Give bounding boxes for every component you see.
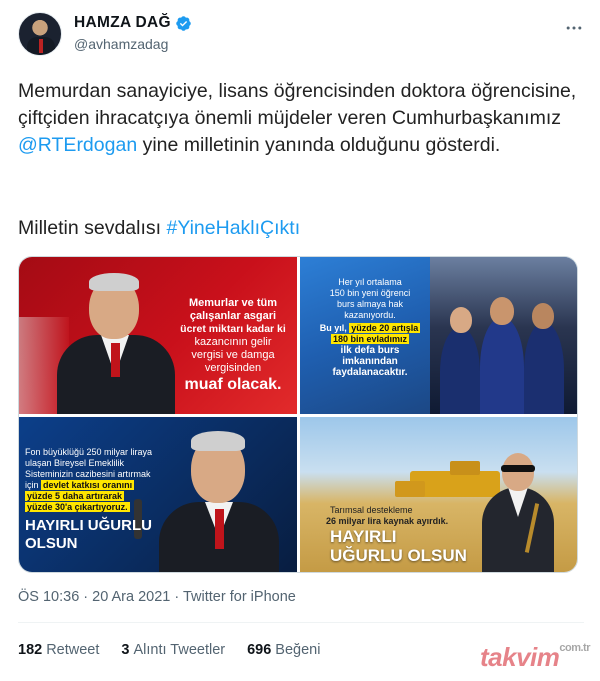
harvester-shape-2 — [395, 481, 425, 497]
media-image-4[interactable]: Tarımsal destekleme 26 milyar lira kayna… — [300, 417, 577, 572]
media-image-2[interactable]: Her yıl ortalama 150 bin yeni öğrenci bu… — [300, 257, 577, 414]
media-grid: Memurlar ve tüm çalışanlar asgari ücret … — [18, 256, 578, 573]
tile1-caption-line3: ücret miktarı kadar ki — [180, 323, 286, 335]
verified-badge-icon — [176, 15, 191, 31]
mention-link[interactable]: @RTErdogan — [18, 134, 137, 156]
tile4-caption-big2: UĞURLU OLSUN — [330, 546, 467, 565]
retweets-label: Retweet — [46, 642, 100, 658]
tile2-caption-line6: imkanından — [342, 356, 398, 367]
tile2-caption-hl2: 180 bin evladımız — [330, 334, 410, 344]
more-horizontal-icon[interactable] — [564, 18, 584, 43]
retweets-stat[interactable]: 182 Retweet — [18, 642, 99, 658]
tweet-text-part1: Memurdan sanayiciye, lisans öğrencisinde… — [18, 80, 582, 129]
tile2-caption-line4: kazanıyordu. — [344, 310, 396, 320]
tile3-caption-line2: ulaşan Bireysel Emeklilik — [25, 458, 125, 468]
media-image-3[interactable]: Fon büyüklüğü 250 milyar liraya ulaşan B… — [19, 417, 297, 572]
harvester-cab-shape — [450, 461, 480, 475]
tile2-caption-line2: 150 bin yeni öğrenci — [329, 288, 411, 298]
quotes-label: Alıntı Tweetler — [133, 642, 226, 658]
tweet-time[interactable]: ÖS 10:36 — [18, 589, 79, 605]
tile2-caption-line7: faydalanacaktır. — [332, 367, 408, 378]
tile1-caption-line4: kazancının gelir — [194, 336, 272, 348]
tile4-caption-line2: 26 milyar lira kaynak ayırdık. — [326, 516, 449, 526]
quotes-stat[interactable]: 3 Alıntı Tweetler — [121, 642, 225, 658]
tile3-caption-big2: OLSUN — [25, 535, 78, 552]
tile1-caption-line5: vergisi ve damga — [191, 349, 275, 361]
tile3-caption-hl2-row: yüzde 5 daha artırarak — [25, 491, 165, 502]
tweet-text-line2-prefix: Milletin sevdalısı — [18, 217, 167, 239]
person-hair-shape — [191, 431, 245, 451]
author-name-row[interactable]: HAMZA DAĞ — [74, 14, 192, 32]
tile1-caption-big: muaf olacak. — [184, 376, 282, 393]
tweet-meta: ÖS 10:36 · 20 Ara 2021 · Twitter for iPh… — [18, 589, 296, 605]
watermark-logo: takvimcom.tr — [479, 642, 591, 673]
tile3-caption-line4-row: için devlet katkısı oranını — [25, 480, 165, 491]
tweet-text: Memurdan sanayiciye, lisans öğrencisinde… — [18, 78, 584, 159]
graduate-head-3 — [532, 303, 554, 329]
tweet-text-line2: Milletin sevdalısı #YineHaklıÇıktı — [18, 215, 584, 242]
tile3-caption-line3: Sisteminizin cazibesini artırmak — [25, 469, 151, 479]
meta-separator-2: · — [170, 589, 183, 605]
graduate-head-1 — [450, 307, 472, 333]
tile1-caption-line2: çalışanlar asgari — [189, 310, 277, 322]
meta-separator: · — [79, 589, 93, 605]
retweets-count: 182 — [18, 642, 43, 658]
graduate-shape-3 — [524, 322, 564, 414]
tile2-caption-hl2-row: 180 bin evladımız — [306, 334, 434, 345]
media-image-1[interactable]: Memurlar ve tüm çalışanlar asgari ücret … — [19, 257, 297, 414]
likes-stat[interactable]: 696 Beğeni — [247, 642, 320, 658]
author-name[interactable]: HAMZA DAĞ — [74, 14, 171, 32]
divider — [18, 622, 584, 623]
tile3-caption: Fon büyüklüğü 250 milyar liraya ulaşan B… — [25, 447, 165, 553]
person-tie-shape — [111, 343, 120, 377]
avatar-tie-shape — [39, 39, 43, 53]
tile4-caption-line1: Tarımsal destekleme — [330, 505, 413, 515]
tile1-caption-line1: Memurlar ve tüm — [188, 297, 278, 309]
tile2-caption: Her yıl ortalama 150 bin yeni öğrenci bu… — [306, 277, 434, 378]
tile2-caption-hl-pre: Bu yıl, — [319, 323, 347, 333]
tweet-stats: 182 Retweet 3 Alıntı Tweetler 696 Beğeni — [18, 642, 320, 658]
tile2-caption-line1: Her yıl ortalama — [338, 277, 402, 287]
person-head-shape — [502, 453, 534, 491]
tile3-caption-line1: Fon büyüklüğü 250 milyar liraya — [25, 447, 153, 457]
tile3-caption-hl3: yüzde 30'a çıkartıyoruz. — [25, 502, 130, 512]
graduate-shape-2 — [480, 317, 524, 414]
tile3-caption-hl3-row: yüzde 30'a çıkartıyoruz. — [25, 502, 165, 513]
tile2-caption-hl: yüzde 20 artışla — [349, 323, 421, 333]
tile4-caption-big1: HAYIRLI — [330, 527, 397, 546]
tweet-source[interactable]: Twitter for iPhone — [183, 589, 296, 605]
avatar[interactable] — [18, 12, 62, 56]
graduate-head-2 — [490, 297, 514, 325]
likes-count: 696 — [247, 642, 272, 658]
person-hair-shape — [89, 273, 139, 291]
quotes-count: 3 — [121, 642, 130, 658]
tile3-caption-hl1: devlet katkısı oranını — [41, 480, 135, 490]
likes-label: Beğeni — [275, 642, 321, 658]
sunglasses-shape — [501, 465, 535, 472]
tile2-caption-line5: ilk defa burs — [340, 345, 400, 356]
tweet-header: HAMZA DAĞ @avhamzadag — [18, 12, 584, 64]
watermark-suffix: com.tr — [559, 642, 590, 654]
person-tie-shape — [215, 509, 224, 549]
author-handle[interactable]: @avhamzadag — [74, 36, 168, 52]
tile2-caption-line3: burs almaya hak — [336, 299, 404, 309]
tile3-caption-hl2: yüzde 5 daha artırarak — [25, 491, 125, 501]
hashtag-link[interactable]: #YineHaklıÇıktı — [166, 217, 300, 239]
tweet-date[interactable]: 20 Ara 2021 — [92, 589, 170, 605]
tile2-caption-hl-row: Bu yıl, yüzde 20 artışla — [306, 323, 434, 334]
tweet-text-part2: yine milletinin yanında olduğunu gösterd… — [137, 134, 501, 156]
tile1-caption-line6: vergisinden — [204, 362, 262, 374]
watermark-text: takvim — [479, 642, 560, 672]
tile3-caption-line4-pre: için — [25, 480, 39, 490]
tile3-caption-big1: HAYIRLI UĞURLU — [25, 517, 152, 534]
graduate-shape-1 — [440, 327, 480, 414]
tile1-caption: Memurlar ve tüm çalışanlar asgari ücret … — [169, 297, 297, 395]
tile4-caption: Tarımsal destekleme 26 milyar lira kayna… — [310, 505, 490, 565]
